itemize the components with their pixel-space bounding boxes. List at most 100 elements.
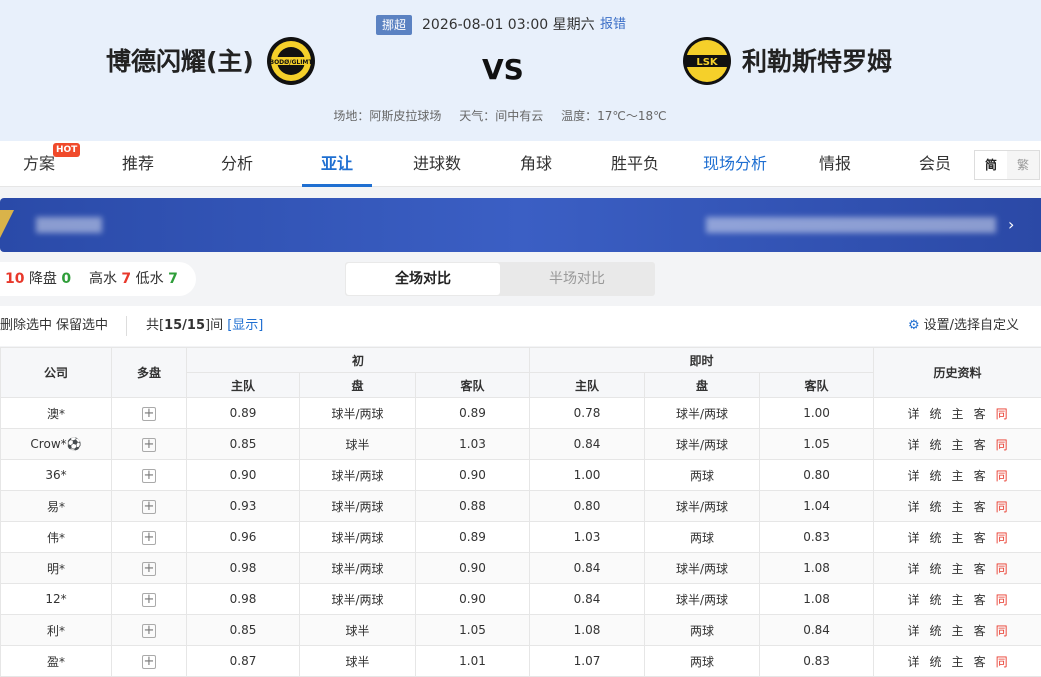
home-team-logo[interactable]: BODØ/GLIMT xyxy=(266,36,316,86)
plus-icon[interactable]: + xyxy=(142,406,156,421)
history-detail-link[interactable]: 详 xyxy=(908,469,920,483)
league-badge[interactable]: 挪超 xyxy=(376,15,413,35)
history-same-link[interactable]: 同 xyxy=(996,438,1008,452)
tab-plans[interactable]: 方案 HOT xyxy=(4,141,81,187)
away-team-logo[interactable]: LSK xyxy=(682,36,732,86)
full-match-tab[interactable]: 全场对比 xyxy=(346,263,500,295)
table-row: 36* +0.90 球半/两球 0.90 1.00 两球 0.80 详统主客同 xyxy=(0,459,1041,491)
plus-icon[interactable]: + xyxy=(142,468,156,483)
history-stats-link[interactable]: 统 xyxy=(930,562,942,576)
tab-membership[interactable]: 会员 xyxy=(900,141,970,187)
history-detail-link[interactable]: 详 xyxy=(908,407,920,421)
history-detail-link[interactable]: 详 xyxy=(908,624,920,638)
history-home-link[interactable]: 主 xyxy=(952,655,964,669)
company-cell[interactable]: 36* xyxy=(0,459,112,491)
history-same-link[interactable]: 同 xyxy=(996,624,1008,638)
history-same-link[interactable]: 同 xyxy=(996,655,1008,669)
history-away-link[interactable]: 客 xyxy=(974,531,986,545)
history-away-link[interactable]: 客 xyxy=(974,624,986,638)
history-home-link[interactable]: 主 xyxy=(952,438,964,452)
drop-count: 0 xyxy=(61,271,72,287)
history-away-link[interactable]: 客 xyxy=(974,500,986,514)
history-stats-link[interactable]: 统 xyxy=(930,438,942,452)
history-stats-link[interactable]: 统 xyxy=(930,593,942,607)
delete-selected-button[interactable]: 删除选中 xyxy=(0,306,52,346)
tab-corners[interactable]: 角球 xyxy=(501,141,571,187)
report-error-link[interactable]: 报错 xyxy=(600,15,626,35)
history-away-link[interactable]: 客 xyxy=(974,469,986,483)
chevron-right-icon[interactable]: › xyxy=(1008,214,1014,236)
history-same-link[interactable]: 同 xyxy=(996,469,1008,483)
company-cell[interactable]: 易* xyxy=(0,490,112,522)
history-home-link[interactable]: 主 xyxy=(952,593,964,607)
history-stats-link[interactable]: 统 xyxy=(930,624,942,638)
half-match-tab[interactable]: 半场对比 xyxy=(500,263,654,295)
history-stats-link[interactable]: 统 xyxy=(930,407,942,421)
history-same-link[interactable]: 同 xyxy=(996,593,1008,607)
history-detail-link[interactable]: 详 xyxy=(908,531,920,545)
history-stats-link[interactable]: 统 xyxy=(930,531,942,545)
history-away-link[interactable]: 客 xyxy=(974,655,986,669)
history-away-link[interactable]: 客 xyxy=(974,593,986,607)
history-home-link[interactable]: 主 xyxy=(952,531,964,545)
company-cell[interactable]: 澳* xyxy=(0,397,112,429)
history-stats-link[interactable]: 统 xyxy=(930,655,942,669)
company-cell[interactable]: 利* xyxy=(0,614,112,646)
history-detail-link[interactable]: 详 xyxy=(908,593,920,607)
history-same-link[interactable]: 同 xyxy=(996,531,1008,545)
history-home-link[interactable]: 主 xyxy=(952,624,964,638)
history-away-link[interactable]: 客 xyxy=(974,562,986,576)
company-cell[interactable]: 明* xyxy=(0,552,112,584)
history-home-link[interactable]: 主 xyxy=(952,500,964,514)
history-detail-link[interactable]: 详 xyxy=(908,438,920,452)
plus-icon[interactable]: + xyxy=(142,437,156,452)
tab-recommend[interactable]: 推荐 xyxy=(103,141,173,187)
company-cell[interactable]: 12* xyxy=(0,583,112,615)
history-home-link[interactable]: 主 xyxy=(952,562,964,576)
tab-live-analysis[interactable]: 现场分析 xyxy=(695,141,775,187)
tab-analysis[interactable]: 分析 xyxy=(202,141,272,187)
history-stats-link[interactable]: 统 xyxy=(930,500,942,514)
home-team-name[interactable]: 博德闪耀(主) xyxy=(106,44,254,80)
history-home-link[interactable]: 主 xyxy=(952,469,964,483)
initial-away-odds: 1.03 xyxy=(414,428,531,460)
table-row: 易* +0.93 球半/两球 0.88 0.80 球半/两球 1.04 详统主客同 xyxy=(0,490,1041,522)
plus-icon[interactable]: + xyxy=(142,530,156,545)
initial-home-odds: 0.90 xyxy=(186,459,300,491)
plus-icon[interactable]: + xyxy=(142,561,156,576)
plus-icon[interactable]: + xyxy=(142,499,156,514)
tab-intel[interactable]: 情报 xyxy=(800,141,870,187)
keep-selected-button[interactable]: 保留选中 xyxy=(56,306,108,346)
tab-goals[interactable]: 进球数 xyxy=(402,141,472,187)
history-stats-link[interactable]: 统 xyxy=(930,469,942,483)
history-same-link[interactable]: 同 xyxy=(996,500,1008,514)
history-links: 详统主客同 xyxy=(873,459,1041,491)
lang-simplified[interactable]: 简 xyxy=(975,151,1007,179)
history-same-link[interactable]: 同 xyxy=(996,562,1008,576)
company-cell[interactable]: 伟* xyxy=(0,521,112,553)
history-links: 详统主客同 xyxy=(873,645,1041,677)
show-link[interactable]: [显示] xyxy=(227,318,263,333)
history-away-link[interactable]: 客 xyxy=(974,438,986,452)
initial-away-odds: 0.90 xyxy=(414,583,531,615)
history-home-link[interactable]: 主 xyxy=(952,407,964,421)
history-detail-link[interactable]: 详 xyxy=(908,500,920,514)
history-away-link[interactable]: 客 xyxy=(974,407,986,421)
company-cell[interactable]: Crow*⚽ xyxy=(0,428,112,460)
history-detail-link[interactable]: 详 xyxy=(908,562,920,576)
match-info: 场地：阿斯皮拉球场 天气：间中有云 温度：17℃～18℃ xyxy=(0,106,1000,126)
history-same-link[interactable]: 同 xyxy=(996,407,1008,421)
plus-icon[interactable]: + xyxy=(142,623,156,638)
company-cell[interactable]: 盈* xyxy=(0,645,112,677)
promo-banner[interactable]: › xyxy=(0,198,1041,252)
tab-1x2[interactable]: 胜平负 xyxy=(600,141,670,187)
plus-icon[interactable]: + xyxy=(142,654,156,669)
history-detail-link[interactable]: 详 xyxy=(908,655,920,669)
table-row: 利* +0.85 球半 1.05 1.08 两球 0.84 详统主客同 xyxy=(0,614,1041,646)
lang-traditional[interactable]: 繁 xyxy=(1007,151,1039,179)
settings-button[interactable]: ⚙ 设置/选择自定义 xyxy=(908,306,1019,346)
tab-asian-handicap[interactable]: 亚让 xyxy=(302,141,372,187)
live-line: 两球 xyxy=(644,614,761,646)
plus-icon[interactable]: + xyxy=(142,592,156,607)
away-team-name[interactable]: 利勒斯特罗姆 xyxy=(742,44,892,80)
